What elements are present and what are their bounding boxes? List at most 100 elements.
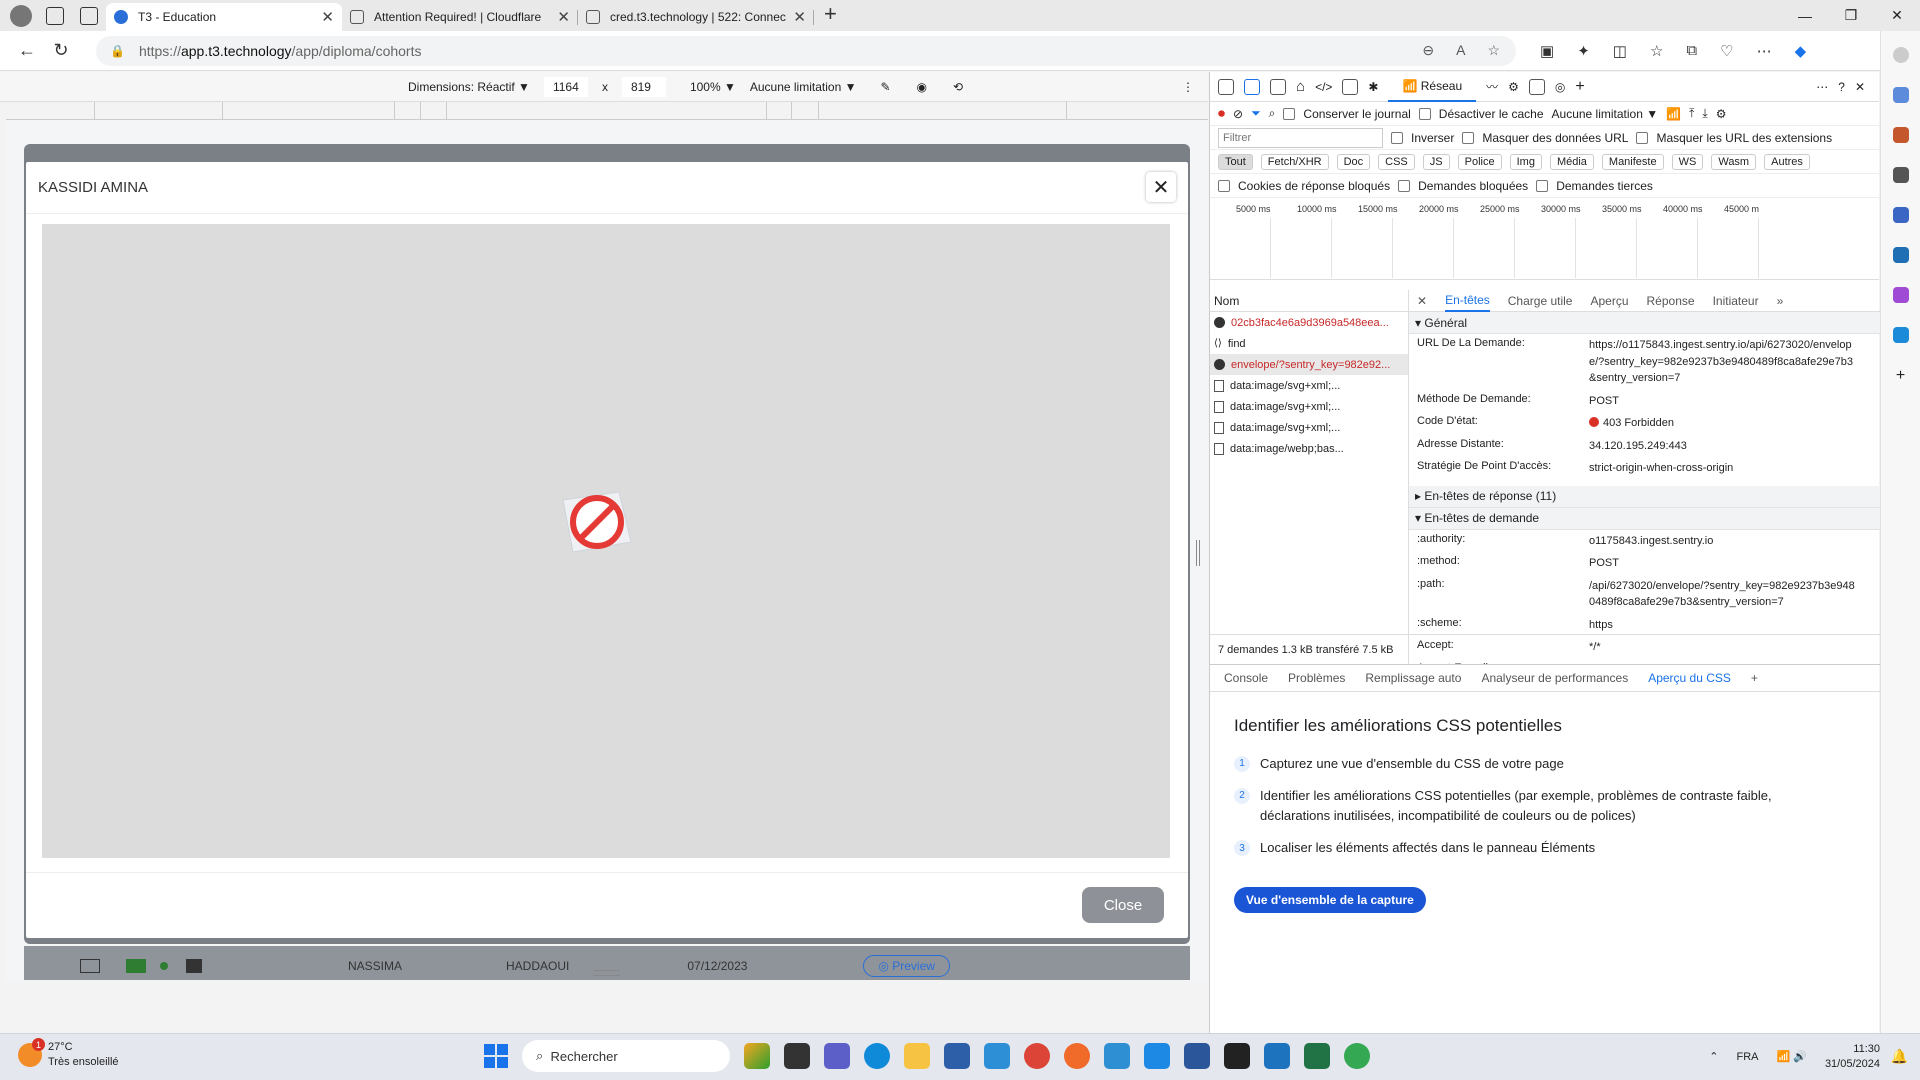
help-icon[interactable]: ? <box>1838 80 1845 94</box>
profile-avatar[interactable] <box>10 5 32 27</box>
favorite-star-icon[interactable]: ☆ <box>1487 42 1500 59</box>
favorites-icon[interactable]: ☆ <box>1650 42 1663 60</box>
add-sidebar-icon[interactable]: + <box>1893 367 1909 384</box>
photos-icon[interactable] <box>984 1043 1010 1069</box>
extensions-icon[interactable]: ✦ <box>1577 42 1590 60</box>
restore-button[interactable]: ❐ <box>1828 0 1874 31</box>
request-row[interactable]: data:image/webp;bas... <box>1210 438 1408 459</box>
more-tabs-icon[interactable]: » <box>1777 294 1784 308</box>
request-row[interactable]: data:image/svg+xml;... <box>1210 396 1408 417</box>
type-filter-chip[interactable]: Manifeste <box>1601 153 1664 170</box>
add-drawer-tab-icon[interactable]: + <box>1751 671 1758 685</box>
filter-toggle-icon[interactable]: ⏷ <box>1251 106 1261 121</box>
request-row[interactable]: data:image/svg+xml;... <box>1210 375 1408 396</box>
tools-icon[interactable] <box>1892 127 1909 143</box>
request-row[interactable]: data:image/svg+xml;... <box>1210 417 1408 438</box>
tab-network[interactable]: 📶 Réseau <box>1388 72 1477 102</box>
media-query-ruler[interactable] <box>6 102 1208 120</box>
response-headers-section[interactable]: ▸ En-têtes de réponse (11) <box>1409 485 1880 508</box>
read-aloud-icon[interactable]: A <box>1456 42 1465 59</box>
throttle-select[interactable]: Aucune limitation ▼ <box>750 80 857 94</box>
url-field[interactable]: 🔒 https:// app.t3.technology /app/diplom… <box>96 35 1516 66</box>
settings-gear-icon[interactable]: ⚙ <box>1508 80 1519 94</box>
close-button[interactable]: Close <box>1082 887 1164 923</box>
type-filter-chip[interactable]: Doc <box>1336 153 1371 170</box>
export-icon[interactable]: ⤓ <box>1702 106 1707 121</box>
network-volume-icon[interactable]: 📶 🔊 <box>1776 1050 1806 1063</box>
workspaces-icon[interactable] <box>46 7 64 25</box>
collections-icon[interactable]: ⧉ <box>1686 42 1697 60</box>
word-icon[interactable] <box>1184 1043 1210 1069</box>
vscode-icon[interactable] <box>1144 1043 1170 1069</box>
detail-tab[interactable]: Réponse <box>1647 294 1695 308</box>
detail-tab[interactable]: Aperçu <box>1590 294 1628 308</box>
excel-icon[interactable] <box>1304 1043 1330 1069</box>
tab-t3-education[interactable]: T3 - Education ✕ <box>106 3 342 31</box>
console-icon[interactable] <box>1342 78 1359 95</box>
name-column-header[interactable]: Nom <box>1210 290 1408 312</box>
notepad-icon[interactable] <box>1264 1043 1290 1069</box>
back-button[interactable]: ← <box>10 40 44 61</box>
sources-bug-icon[interactable]: ✱ <box>1368 80 1378 94</box>
certificate-icon[interactable] <box>126 959 146 973</box>
third-party-checkbox[interactable] <box>1536 179 1549 192</box>
detail-tab[interactable]: Initiateur <box>1713 294 1759 308</box>
tab-cloudflare[interactable]: Attention Required! | Cloudflare ✕ <box>342 3 578 31</box>
close-tab-icon[interactable]: ✕ <box>793 8 806 26</box>
throttle-select[interactable]: Aucune limitation ▼ <box>1552 107 1659 121</box>
dimensions-select[interactable]: Dimensions: Réactif ▼ <box>408 80 530 94</box>
drawer-tab[interactable]: Console <box>1224 671 1268 685</box>
copilot-icon[interactable]: ◆ <box>1795 42 1807 60</box>
site-info-icon[interactable]: 🔒 <box>110 44 125 58</box>
modal-close-icon[interactable]: ✕ <box>1146 172 1176 202</box>
blocked-cookies-checkbox[interactable] <box>1218 179 1230 192</box>
pen-icon[interactable]: ✎ <box>880 80 890 94</box>
send-icon[interactable] <box>1892 327 1909 343</box>
widgets-icon[interactable] <box>744 1043 770 1069</box>
teams-icon[interactable] <box>824 1043 850 1069</box>
new-tab-button[interactable]: + <box>814 1 847 31</box>
file-explorer-icon[interactable] <box>904 1043 930 1069</box>
hide-data-urls-checkbox[interactable] <box>1462 131 1475 144</box>
drawer-tab[interactable]: Analyseur de performances <box>1481 671 1628 685</box>
outlook-icon[interactable] <box>1892 247 1909 263</box>
close-tab-icon[interactable]: ✕ <box>321 8 334 26</box>
request-row[interactable]: envelope/?sentry_key=982e92... <box>1210 354 1408 375</box>
eye-icon[interactable]: ◉ <box>917 80 927 94</box>
postman-icon[interactable] <box>1064 1043 1090 1069</box>
more-options-icon[interactable]: ⋯ <box>1816 80 1828 94</box>
microsoft365-icon[interactable] <box>1892 207 1909 223</box>
record-icon[interactable]: ⏺ <box>1218 105 1225 122</box>
extension-icon[interactable]: ▣ <box>1540 42 1554 60</box>
task-view-icon[interactable] <box>784 1043 810 1069</box>
import-icon[interactable]: ⤒ <box>1689 106 1694 121</box>
hide-ext-urls-checkbox[interactable] <box>1636 131 1649 144</box>
device-toggle-icon[interactable] <box>1244 78 1260 95</box>
rotate-icon[interactable]: ⟲ <box>953 80 963 94</box>
disable-cache-checkbox[interactable] <box>1418 107 1431 120</box>
request-headers-section[interactable]: ▾ En-têtes de demande <box>1409 507 1880 530</box>
type-filter-chip[interactable]: Tout <box>1218 153 1253 170</box>
dock-icon[interactable] <box>1270 78 1286 95</box>
search-icon[interactable]: ⌕ <box>1269 106 1276 121</box>
designer-icon[interactable] <box>1892 287 1909 303</box>
notifications-icon[interactable]: 🔔 <box>1891 1048 1908 1065</box>
request-row[interactable]: 02cb3fac4e6a9d3969a548eea... <box>1210 312 1408 333</box>
wifi-icon[interactable]: 📶 <box>1666 107 1681 121</box>
drawer-tab[interactable]: Remplissage auto <box>1365 671 1461 685</box>
viewport-height-handle[interactable] <box>594 970 620 976</box>
preserve-log-checkbox[interactable] <box>1283 107 1296 120</box>
close-devtools-icon[interactable]: ✕ <box>1855 80 1865 94</box>
zoom-select[interactable]: 100% ▼ <box>690 80 736 94</box>
image-icon[interactable] <box>186 959 202 973</box>
type-filter-chip[interactable]: Police <box>1457 153 1502 170</box>
close-detail-icon[interactable]: ✕ <box>1417 294 1427 308</box>
detail-tab[interactable]: Charge utile <box>1508 294 1573 308</box>
drawer-tab[interactable]: Problèmes <box>1288 671 1345 685</box>
remote-desktop-icon[interactable] <box>1104 1043 1130 1069</box>
width-input[interactable]: 1164 <box>543 76 588 97</box>
checkbox[interactable] <box>80 959 100 973</box>
refresh-button[interactable]: ↻ <box>44 40 78 61</box>
type-filter-chip[interactable]: JS <box>1422 153 1450 170</box>
type-filter-chip[interactable]: Img <box>1509 153 1542 170</box>
